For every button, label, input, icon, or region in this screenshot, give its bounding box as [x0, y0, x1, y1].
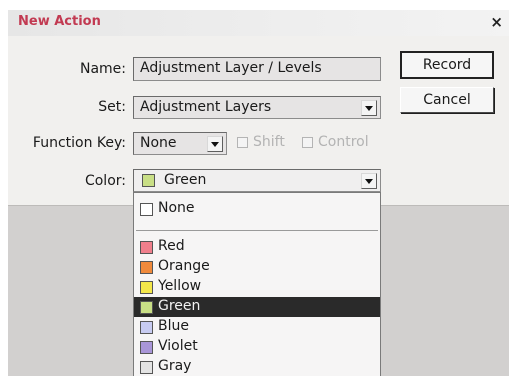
name-input[interactable]: Adjustment Layer / Levels: [133, 57, 381, 81]
color-swatch: [140, 361, 153, 374]
color-option-label: Red: [158, 238, 185, 254]
color-swatch: [140, 281, 153, 294]
color-swatch: [140, 241, 153, 254]
set-label: Set:: [98, 99, 126, 115]
chevron-down-icon: [365, 178, 373, 184]
shift-checkbox[interactable]: [237, 137, 248, 148]
color-option-none[interactable]: None: [134, 199, 380, 219]
cancel-button[interactable]: Cancel: [400, 87, 494, 113]
color-option-blue[interactable]: Blue: [134, 317, 380, 337]
color-option-label: None: [158, 200, 195, 216]
color-option-red[interactable]: Red: [134, 237, 380, 257]
color-option-label: Violet: [158, 338, 198, 354]
color-dropdown-list: None Red Orange Yellow Green Blue Violet: [133, 192, 381, 376]
function-key-select[interactable]: None: [133, 132, 227, 155]
color-select-swatch: [142, 174, 155, 187]
color-option-green[interactable]: Green: [134, 297, 380, 317]
window-title: New Action: [18, 14, 101, 29]
color-option-gray[interactable]: Gray: [134, 357, 380, 376]
control-checkbox-label: Control: [318, 134, 369, 150]
color-swatch: [140, 301, 153, 314]
new-action-dialog: New Action × Name: Adjustment Layer / Le…: [8, 10, 509, 376]
function-key-select-value: None: [140, 135, 177, 151]
set-select[interactable]: Adjustment Layers: [133, 96, 381, 119]
color-option-label: Yellow: [158, 278, 202, 294]
color-swatch: [140, 261, 153, 274]
color-option-yellow[interactable]: Yellow: [134, 277, 380, 297]
set-select-value: Adjustment Layers: [140, 99, 272, 115]
color-select-value: Green: [164, 172, 207, 188]
title-bar: New Action ×: [8, 10, 509, 36]
color-select[interactable]: Green: [133, 169, 381, 192]
control-checkbox[interactable]: [302, 137, 313, 148]
color-swatch: [140, 341, 153, 354]
record-button-label: Record: [422, 57, 472, 73]
close-icon[interactable]: ×: [490, 13, 503, 31]
function-key-dropdown-button[interactable]: [207, 136, 223, 152]
name-label: Name:: [79, 61, 126, 77]
color-option-orange[interactable]: Orange: [134, 257, 380, 277]
color-option-label: Gray: [158, 358, 192, 374]
name-input-value: Adjustment Layer / Levels: [140, 60, 322, 76]
set-dropdown-button[interactable]: [361, 100, 377, 116]
chevron-down-icon: [365, 105, 373, 111]
color-dropdown-button[interactable]: [361, 173, 377, 189]
cancel-button-label: Cancel: [423, 92, 471, 108]
list-separator: [136, 230, 378, 231]
shift-checkbox-label: Shift: [253, 134, 285, 150]
color-swatch: [140, 203, 153, 216]
color-swatch: [140, 321, 153, 334]
color-option-label: Green: [158, 298, 201, 314]
function-key-label: Function Key:: [32, 135, 126, 151]
color-option-violet[interactable]: Violet: [134, 337, 380, 357]
chevron-down-icon: [211, 141, 219, 147]
record-button[interactable]: Record: [400, 51, 494, 79]
color-option-label: Orange: [158, 258, 210, 274]
color-option-label: Blue: [158, 318, 189, 334]
color-label: Color:: [84, 173, 126, 189]
